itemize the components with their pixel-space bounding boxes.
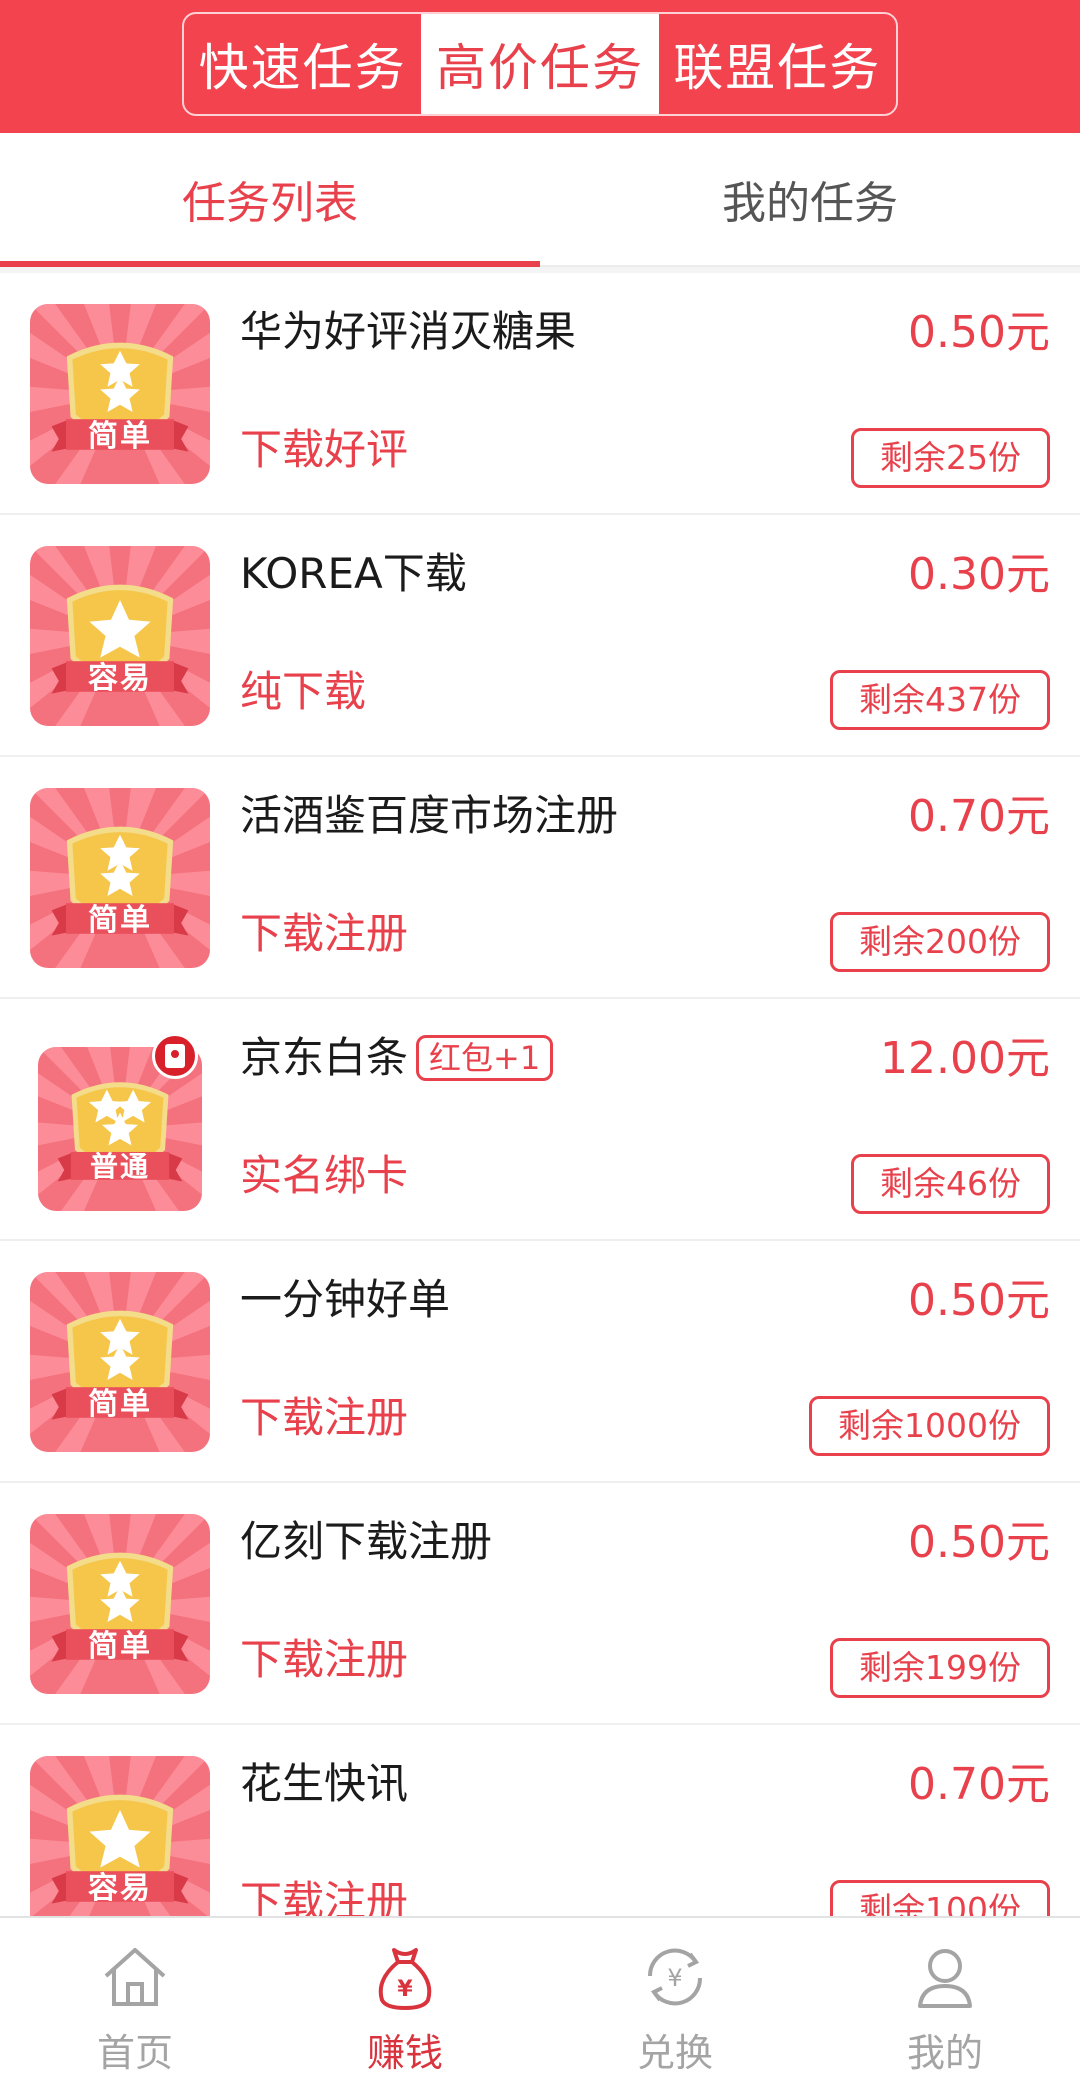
difficulty-label: 普通 — [89, 1149, 150, 1183]
difficulty-badge-icon: 容易 — [30, 546, 210, 726]
exchange-icon: ¥ — [647, 1948, 703, 2006]
money-bag-icon: ¥ — [378, 1948, 432, 2010]
difficulty-badge-icon: 简单 — [30, 788, 210, 968]
tab-my-tasks[interactable]: 我的任务 — [540, 133, 1080, 265]
remaining-count: 剩余46份 — [851, 1154, 1050, 1214]
nav-exchange[interactable]: ¥ 兑换 — [540, 1918, 810, 2085]
remaining-count: 剩余1000份 — [809, 1396, 1050, 1456]
tab-task-list[interactable]: 任务列表 — [0, 133, 540, 267]
remaining-count: 剩余200份 — [830, 912, 1050, 972]
task-reward: 0.50元 — [908, 307, 1050, 358]
difficulty-badge-icon: 容易 — [30, 1756, 210, 1916]
difficulty-badge-icon: 简单 — [30, 1272, 210, 1452]
task-reward: 0.70元 — [908, 791, 1050, 842]
svg-text:¥: ¥ — [667, 1964, 682, 1992]
difficulty-label: 简单 — [88, 1629, 152, 1665]
remaining-count: 剩余437份 — [830, 670, 1050, 730]
task-type: 实名绑卡 — [240, 1151, 409, 1200]
nav-earn-label: 赚钱 — [366, 2031, 443, 2075]
task-list[interactable]: 简单 华为好评消灭糖果 下载好评 0.50元 剩余25份 容易 KOREA下载 … — [0, 273, 1080, 1916]
task-title-wrap: 京东白条 红包+1 — [240, 1031, 620, 1085]
segment-quick-tasks[interactable]: 快速任务 — [184, 14, 421, 114]
task-reward: 0.30元 — [908, 549, 1050, 600]
difficulty-label: 容易 — [88, 661, 152, 697]
difficulty-label: 简单 — [88, 419, 152, 455]
nav-mine-label: 我的 — [906, 2031, 983, 2075]
nav-mine[interactable]: 我的 — [810, 1918, 1080, 2085]
nav-home[interactable]: 首页 — [0, 1918, 270, 2085]
task-reward: 0.50元 — [908, 1275, 1050, 1326]
task-row[interactable]: 简单 亿刻下载注册 下载注册 0.50元 剩余199份 — [0, 1483, 1080, 1725]
bottom-nav: 首页 ¥ 赚钱 ¥ 兑换 我的 — [0, 1916, 1080, 2085]
task-title: 亿刻下载注册 — [240, 1517, 493, 1566]
nav-exchange-label: 兑换 — [636, 2031, 713, 2075]
remaining-count: 剩余25份 — [851, 428, 1050, 488]
nav-earn[interactable]: ¥ 赚钱 — [270, 1918, 540, 2085]
task-row[interactable]: 容易 KOREA下载 纯下载 0.30元 剩余437份 — [0, 515, 1080, 757]
task-reward: 12.00元 — [880, 1033, 1050, 1084]
task-title: 花生快讯 — [240, 1759, 409, 1808]
home-icon — [104, 1948, 166, 2006]
remaining-count: 剩余100份 — [830, 1880, 1050, 1916]
remaining-count: 剩余199份 — [830, 1638, 1050, 1698]
task-type: 下载注册 — [240, 1877, 409, 1916]
task-title: 活酒鉴百度市场注册 — [240, 791, 619, 840]
svg-text:¥: ¥ — [397, 1977, 413, 2002]
task-type: 下载注册 — [240, 909, 409, 958]
difficulty-label: 简单 — [88, 1387, 152, 1423]
task-title: 华为好评消灭糖果 — [240, 307, 577, 356]
task-reward: 0.70元 — [908, 1759, 1050, 1810]
segment-high-price-tasks[interactable]: 高价任务 — [421, 14, 659, 114]
task-row[interactable]: 普通 京东白条 红包+1 实名绑卡 12.00元 剩余46份 — [0, 999, 1080, 1241]
task-title: 京东白条 — [240, 1033, 409, 1082]
difficulty-badge-icon: 简单 — [30, 304, 210, 484]
user-icon — [918, 1949, 972, 2008]
difficulty-label: 简单 — [88, 903, 152, 939]
task-title: KOREA下载 — [240, 549, 467, 598]
task-type: 下载好评 — [240, 425, 409, 474]
header-bar: 快速任务 高价任务 联盟任务 — [0, 0, 1080, 133]
task-category-switcher: 快速任务 高价任务 联盟任务 — [182, 12, 898, 116]
task-type: 下载注册 — [240, 1635, 409, 1684]
task-row[interactable]: 简单 活酒鉴百度市场注册 下载注册 0.70元 剩余200份 — [0, 757, 1080, 999]
difficulty-label: 容易 — [88, 1871, 152, 1907]
difficulty-badge-icon: 简单 — [30, 1514, 210, 1694]
task-type: 纯下载 — [240, 667, 367, 716]
nav-home-label: 首页 — [96, 2031, 173, 2075]
bonus-tag: 红包+1 — [416, 1035, 554, 1081]
task-reward: 0.50元 — [908, 1517, 1050, 1568]
task-row[interactable]: 简单 华为好评消灭糖果 下载好评 0.50元 剩余25份 — [0, 273, 1080, 515]
red-packet-icon — [152, 1033, 198, 1079]
task-row[interactable]: 简单 一分钟好单 下载注册 0.50元 剩余1000份 — [0, 1241, 1080, 1483]
task-row[interactable]: 容易 花生快讯 下载注册 0.70元 剩余100份 — [0, 1725, 1080, 1916]
segment-alliance-tasks[interactable]: 联盟任务 — [659, 14, 896, 114]
task-type: 下载注册 — [240, 1393, 409, 1442]
task-title: 一分钟好单 — [240, 1275, 451, 1324]
sub-tabs: 任务列表 我的任务 — [0, 133, 1080, 267]
